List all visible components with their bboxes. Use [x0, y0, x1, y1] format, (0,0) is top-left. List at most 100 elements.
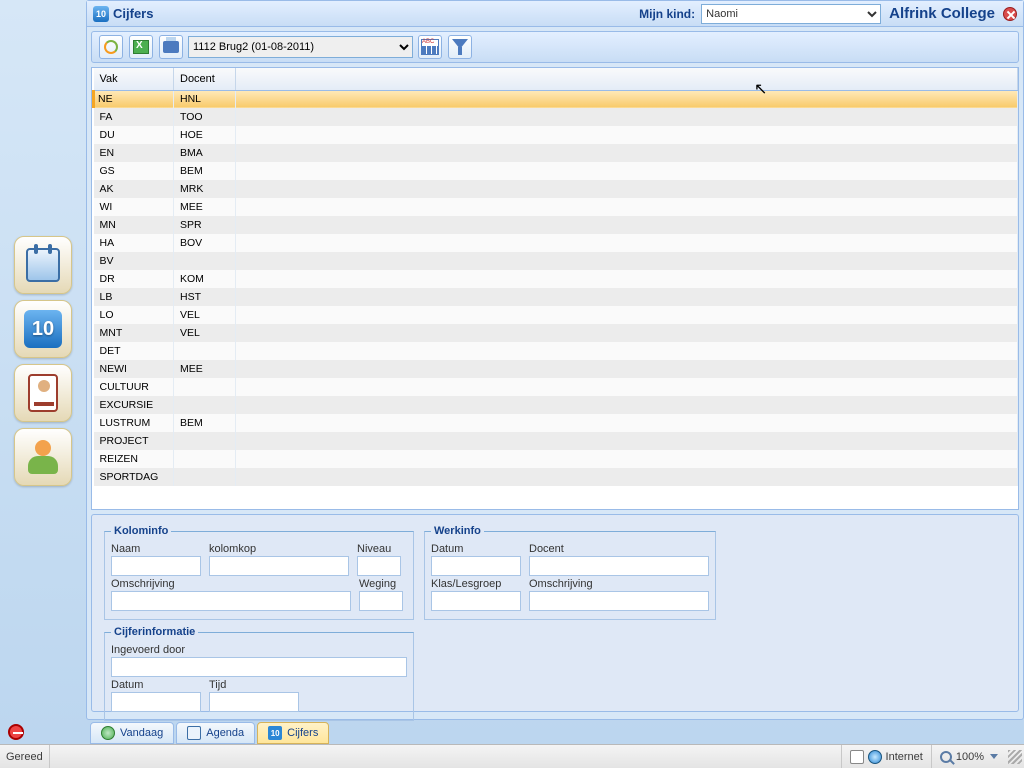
input-wi-klas[interactable] — [431, 591, 521, 611]
globe-icon — [868, 750, 882, 764]
tab-agenda[interactable]: Agenda — [176, 722, 255, 744]
refresh-icon — [104, 40, 118, 54]
detail-form: Kolominfo Naam kolomkop Niveau Omschrijv… — [91, 514, 1019, 712]
table-row[interactable]: ENBMA — [94, 144, 1018, 162]
cell-docent: HOE — [174, 126, 236, 144]
status-zoom[interactable]: 100% — [931, 745, 1006, 768]
grades-grid[interactable]: Vak Docent NEHNLFATOODUHOEENBMAGSBEMAKMR… — [91, 67, 1019, 510]
page-icon — [850, 750, 864, 764]
input-wi-omschr[interactable] — [529, 591, 709, 611]
cell-rest — [236, 450, 1018, 468]
cell-docent: TOO — [174, 108, 236, 126]
label-ci-datum: Datum — [111, 679, 201, 691]
kolominfo-legend: Kolominfo — [111, 525, 171, 537]
input-naam[interactable] — [111, 556, 201, 576]
input-ingevoerddoor[interactable] — [111, 657, 407, 677]
input-ci-tijd[interactable] — [209, 692, 299, 712]
cell-vak: AK — [94, 180, 174, 198]
table-row[interactable]: NEHNL — [94, 90, 1018, 108]
chevron-down-icon — [990, 754, 998, 759]
label-weging: Weging — [359, 578, 403, 590]
period-select[interactable]: 1112 Brug2 (01-08-2011) — [188, 36, 413, 58]
table-row[interactable]: LUSTRUMBEM — [94, 414, 1018, 432]
table-row[interactable]: CULTUUR — [94, 378, 1018, 396]
cell-rest — [236, 360, 1018, 378]
table-row[interactable]: REIZEN — [94, 450, 1018, 468]
cell-docent: HST — [174, 288, 236, 306]
export-excel-button[interactable] — [129, 35, 153, 59]
tab-cijfers[interactable]: 10Cijfers — [257, 722, 329, 744]
cell-docent: VEL — [174, 324, 236, 342]
table-row[interactable]: AKMRK — [94, 180, 1018, 198]
cell-rest — [236, 378, 1018, 396]
table-row[interactable]: SPORTDAG — [94, 468, 1018, 486]
sidebar-nav-student[interactable] — [14, 428, 72, 486]
calc-columns-button[interactable] — [418, 35, 442, 59]
status-zone[interactable]: Internet — [841, 745, 931, 768]
tab-vandaag[interactable]: Vandaag — [90, 722, 174, 744]
werkinfo-group: Werkinfo Datum Docent Klas/Lesgroep Omsc… — [424, 525, 716, 620]
label-naam: Naam — [111, 543, 201, 555]
cell-rest — [236, 342, 1018, 360]
tab-agenda-label: Agenda — [206, 727, 244, 739]
table-row[interactable]: EXCURSIE — [94, 396, 1018, 414]
id-card-icon — [28, 374, 58, 412]
cell-vak: EN — [94, 144, 174, 162]
cell-vak: REIZEN — [94, 450, 174, 468]
table-row[interactable]: LOVEL — [94, 306, 1018, 324]
table-row[interactable]: BV — [94, 252, 1018, 270]
table-row[interactable]: GSBEM — [94, 162, 1018, 180]
table-row[interactable]: DRKOM — [94, 270, 1018, 288]
sidebar-nav-profile[interactable] — [14, 364, 72, 422]
table-row[interactable]: FATOO — [94, 108, 1018, 126]
child-label: Mijn kind: — [639, 7, 695, 21]
globe-icon — [101, 726, 115, 740]
sidebar-nav-cijfers[interactable]: 10 — [14, 300, 72, 358]
cell-vak: EXCURSIE — [94, 396, 174, 414]
table-row[interactable]: HABOV — [94, 234, 1018, 252]
input-kolomkop[interactable] — [209, 556, 349, 576]
input-weging[interactable] — [359, 591, 403, 611]
cell-vak: CULTUUR — [94, 378, 174, 396]
cell-vak: FA — [94, 108, 174, 126]
cell-vak: NEWI — [94, 360, 174, 378]
cell-vak: DU — [94, 126, 174, 144]
table-row[interactable]: DET — [94, 342, 1018, 360]
cell-rest — [236, 144, 1018, 162]
input-wi-docent[interactable] — [529, 556, 709, 576]
cell-rest — [236, 162, 1018, 180]
cell-vak: HA — [94, 234, 174, 252]
filter-button[interactable] — [448, 35, 472, 59]
table-row[interactable]: LBHST — [94, 288, 1018, 306]
table-row[interactable]: MNTVEL — [94, 324, 1018, 342]
cell-rest — [236, 180, 1018, 198]
tab-vandaag-label: Vandaag — [120, 727, 163, 739]
close-icon[interactable] — [1003, 7, 1017, 21]
column-header-rest[interactable] — [236, 68, 1018, 90]
input-niveau[interactable] — [357, 556, 401, 576]
column-header-vak[interactable]: Vak — [94, 68, 174, 90]
panel-title: Cijfers — [113, 6, 153, 21]
person-icon — [26, 440, 60, 474]
cell-docent: HNL — [174, 90, 236, 108]
table-row[interactable]: PROJECT — [94, 432, 1018, 450]
print-button[interactable] — [159, 35, 183, 59]
input-omschrijving[interactable] — [111, 591, 351, 611]
refresh-button[interactable] — [99, 35, 123, 59]
logout-button[interactable] — [8, 724, 24, 740]
input-wi-datum[interactable] — [431, 556, 521, 576]
label-niveau: Niveau — [357, 543, 401, 555]
table-row[interactable]: MNSPR — [94, 216, 1018, 234]
cell-vak: GS — [94, 162, 174, 180]
input-ci-datum[interactable] — [111, 692, 201, 712]
cell-rest — [236, 414, 1018, 432]
cell-docent — [174, 342, 236, 360]
table-row[interactable]: WIMEE — [94, 198, 1018, 216]
cell-vak: PROJECT — [94, 432, 174, 450]
table-row[interactable]: NEWIMEE — [94, 360, 1018, 378]
table-row[interactable]: DUHOE — [94, 126, 1018, 144]
cell-vak: DR — [94, 270, 174, 288]
sidebar-nav-vandaag[interactable] — [14, 236, 72, 294]
column-header-docent[interactable]: Docent — [174, 68, 236, 90]
child-select[interactable]: Naomi — [701, 4, 881, 24]
